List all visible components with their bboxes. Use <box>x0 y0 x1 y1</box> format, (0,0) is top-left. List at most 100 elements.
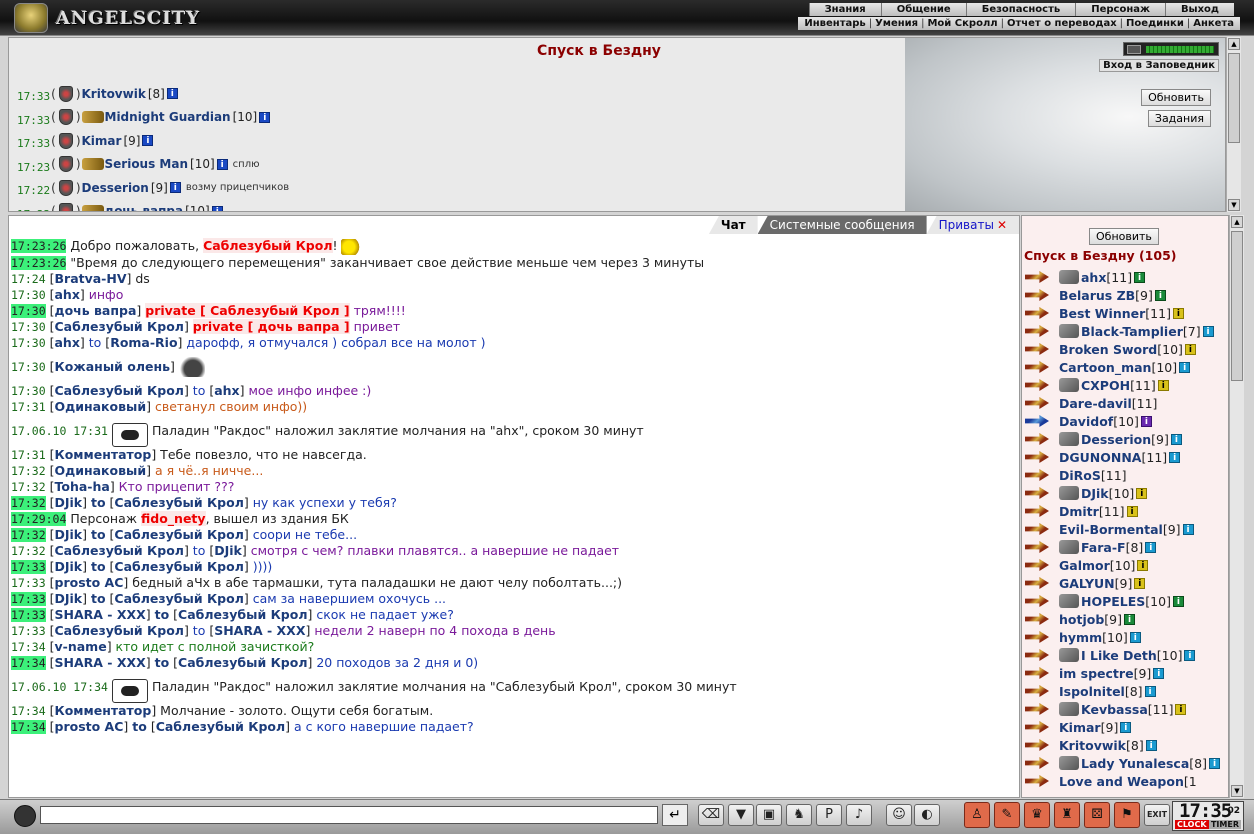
info-icon[interactable]: i <box>1175 703 1187 715</box>
sender-name[interactable]: Саблезубый Крол <box>55 543 184 558</box>
private-arrow-icon[interactable] <box>1025 559 1049 571</box>
sender-name[interactable]: Саблезубый Крол <box>114 495 243 510</box>
private-arrow-icon[interactable] <box>1025 415 1049 427</box>
info-icon[interactable]: i <box>166 88 178 100</box>
message-time[interactable]: 17:29:04 <box>11 511 67 526</box>
user-row[interactable]: Lady Yunalesca [8] i <box>1025 754 1220 772</box>
sender-name[interactable]: Саблезубый Крол <box>55 383 184 398</box>
info-icon[interactable]: i <box>1140 415 1152 427</box>
message-input[interactable] <box>40 806 658 824</box>
sender-name[interactable]: Bratva-HV <box>55 271 127 286</box>
tab-system[interactable]: Системные сообщения <box>757 216 927 234</box>
sender-name[interactable]: ahx <box>55 335 80 350</box>
user-name[interactable]: Cartoon_man <box>1059 360 1151 375</box>
save-icon[interactable]: ▣ <box>756 804 782 826</box>
sender-name[interactable]: дочь вапра <box>55 303 137 318</box>
info-icon[interactable]: i <box>1184 343 1196 355</box>
sender-name[interactable]: v-name <box>55 639 107 654</box>
private-tag[interactable]: private [ Саблезубый Крол ] <box>145 302 350 318</box>
sender-name[interactable]: to <box>91 495 106 510</box>
inventory-icon[interactable]: ♙ <box>964 802 990 828</box>
user-row[interactable]: Evil-Bormental [9] i <box>1025 520 1220 538</box>
info-icon[interactable]: i <box>1145 739 1157 751</box>
user-name[interactable]: Dare-davil <box>1059 396 1132 411</box>
private-arrow-icon[interactable] <box>1025 667 1049 679</box>
submenu-item[interactable]: Мой Скролл <box>925 17 999 30</box>
user-row[interactable]: Kritovwik [8] i <box>1025 736 1220 754</box>
message-time[interactable]: 17:31 <box>11 448 46 462</box>
submenu-item[interactable]: Анкета <box>1191 17 1236 30</box>
menu-item[interactable]: Выход <box>1164 3 1234 16</box>
private-icon[interactable]: P <box>816 804 842 826</box>
info-icon[interactable]: i <box>1182 523 1194 535</box>
private-tag[interactable]: private [ дочь вапра ] <box>192 318 350 334</box>
user-name[interactable]: Dmitr <box>1059 504 1099 519</box>
private-arrow-icon[interactable] <box>1025 577 1049 589</box>
user-name[interactable]: Galmor <box>1059 558 1110 573</box>
private-arrow-icon[interactable] <box>1025 433 1049 445</box>
user-row[interactable]: Desserion [9] i <box>1025 430 1220 448</box>
user-name[interactable]: hymm <box>1059 630 1102 645</box>
user-row[interactable]: Cartoon_man [10] i <box>1025 358 1220 376</box>
user-name[interactable]: hotjob <box>1059 612 1104 627</box>
user-row[interactable]: Davidof [10] i <box>1025 412 1220 430</box>
user-row[interactable]: DJik [10] i <box>1025 484 1220 502</box>
message-time[interactable]: 17:34 <box>11 704 46 718</box>
user-row[interactable]: Black-Tamplier [7] i <box>1025 322 1220 340</box>
user-name[interactable]: Ispolnitel <box>1059 684 1125 699</box>
room-scrollbar[interactable]: ▲ ▼ <box>1226 37 1241 212</box>
sender-name[interactable]: Саблезубый Крол <box>178 607 307 622</box>
message-time[interactable]: 17.06.10 17:31 <box>11 424 108 438</box>
sender-name[interactable]: Саблезубый Крол <box>114 591 243 606</box>
info-icon[interactable]: i <box>1172 595 1184 607</box>
info-icon[interactable]: i <box>1129 631 1141 643</box>
info-icon[interactable]: i <box>216 158 228 170</box>
info-icon[interactable]: i <box>1184 649 1196 661</box>
user-name[interactable]: Fara-F <box>1081 540 1126 555</box>
message-time[interactable]: 17:32 <box>11 495 46 510</box>
user-name[interactable]: Kevbassa <box>1081 702 1148 717</box>
user-name[interactable]: I Like Deth <box>1081 648 1157 663</box>
skills-icon[interactable]: ♛ <box>1024 802 1050 828</box>
clear-icon[interactable]: ⌫ <box>698 804 724 826</box>
message-time[interactable]: 17:33 <box>11 591 46 606</box>
private-arrow-icon[interactable] <box>1025 451 1049 463</box>
message-time[interactable]: 17:32 <box>11 464 46 478</box>
filter-icon[interactable]: ▼ <box>728 804 754 826</box>
private-arrow-icon[interactable] <box>1025 307 1049 319</box>
exit-button[interactable]: EXIT <box>1144 804 1170 826</box>
menu-item[interactable]: Безопасность <box>965 3 1076 16</box>
message-time[interactable]: 17:24 <box>11 272 46 286</box>
submenu-item[interactable]: Отчет о переводах <box>1005 17 1119 30</box>
info-icon[interactable]: i <box>1202 325 1214 337</box>
scroll-down-icon[interactable]: ▼ <box>1231 785 1243 797</box>
private-arrow-icon[interactable] <box>1025 541 1049 553</box>
submenu-item[interactable]: Инвентарь <box>802 17 867 30</box>
user-name[interactable]: Lady Yunalesca <box>1081 756 1189 771</box>
info-icon[interactable]: i <box>1179 361 1191 373</box>
private-arrow-icon[interactable] <box>1025 649 1049 661</box>
info-icon[interactable]: i <box>1209 757 1220 769</box>
user-name[interactable]: im spectre <box>1059 666 1134 681</box>
message-time[interactable]: 17:30 <box>11 336 46 350</box>
message-time[interactable]: 17:32 <box>11 480 46 494</box>
menu-item[interactable]: Знания <box>808 3 881 16</box>
user-name[interactable]: Black-Tamplier <box>1081 324 1183 339</box>
info-icon[interactable]: i <box>1126 505 1138 517</box>
menu-item[interactable]: Персонаж <box>1075 3 1165 16</box>
message-time[interactable]: 17:30 <box>11 360 46 374</box>
user-row[interactable]: Love and Weapon [1 <box>1025 772 1220 790</box>
info-icon[interactable]: i <box>1134 271 1146 283</box>
sender-name[interactable]: Toha-ha <box>55 479 110 494</box>
private-arrow-icon[interactable] <box>1025 289 1049 301</box>
private-arrow-icon[interactable] <box>1025 775 1049 787</box>
sender-name[interactable]: Саблезубый Крол <box>178 655 307 670</box>
private-arrow-icon[interactable] <box>1025 685 1049 697</box>
private-arrow-icon[interactable] <box>1025 703 1049 715</box>
sender-name[interactable]: to <box>91 591 106 606</box>
user-row[interactable]: HOPELES [10] i <box>1025 592 1220 610</box>
tab-chat[interactable]: Чат <box>708 216 758 234</box>
menu-item[interactable]: Общение <box>880 3 966 16</box>
user-name[interactable]: Desserion <box>1081 432 1151 447</box>
info-icon[interactable]: i <box>211 205 223 211</box>
